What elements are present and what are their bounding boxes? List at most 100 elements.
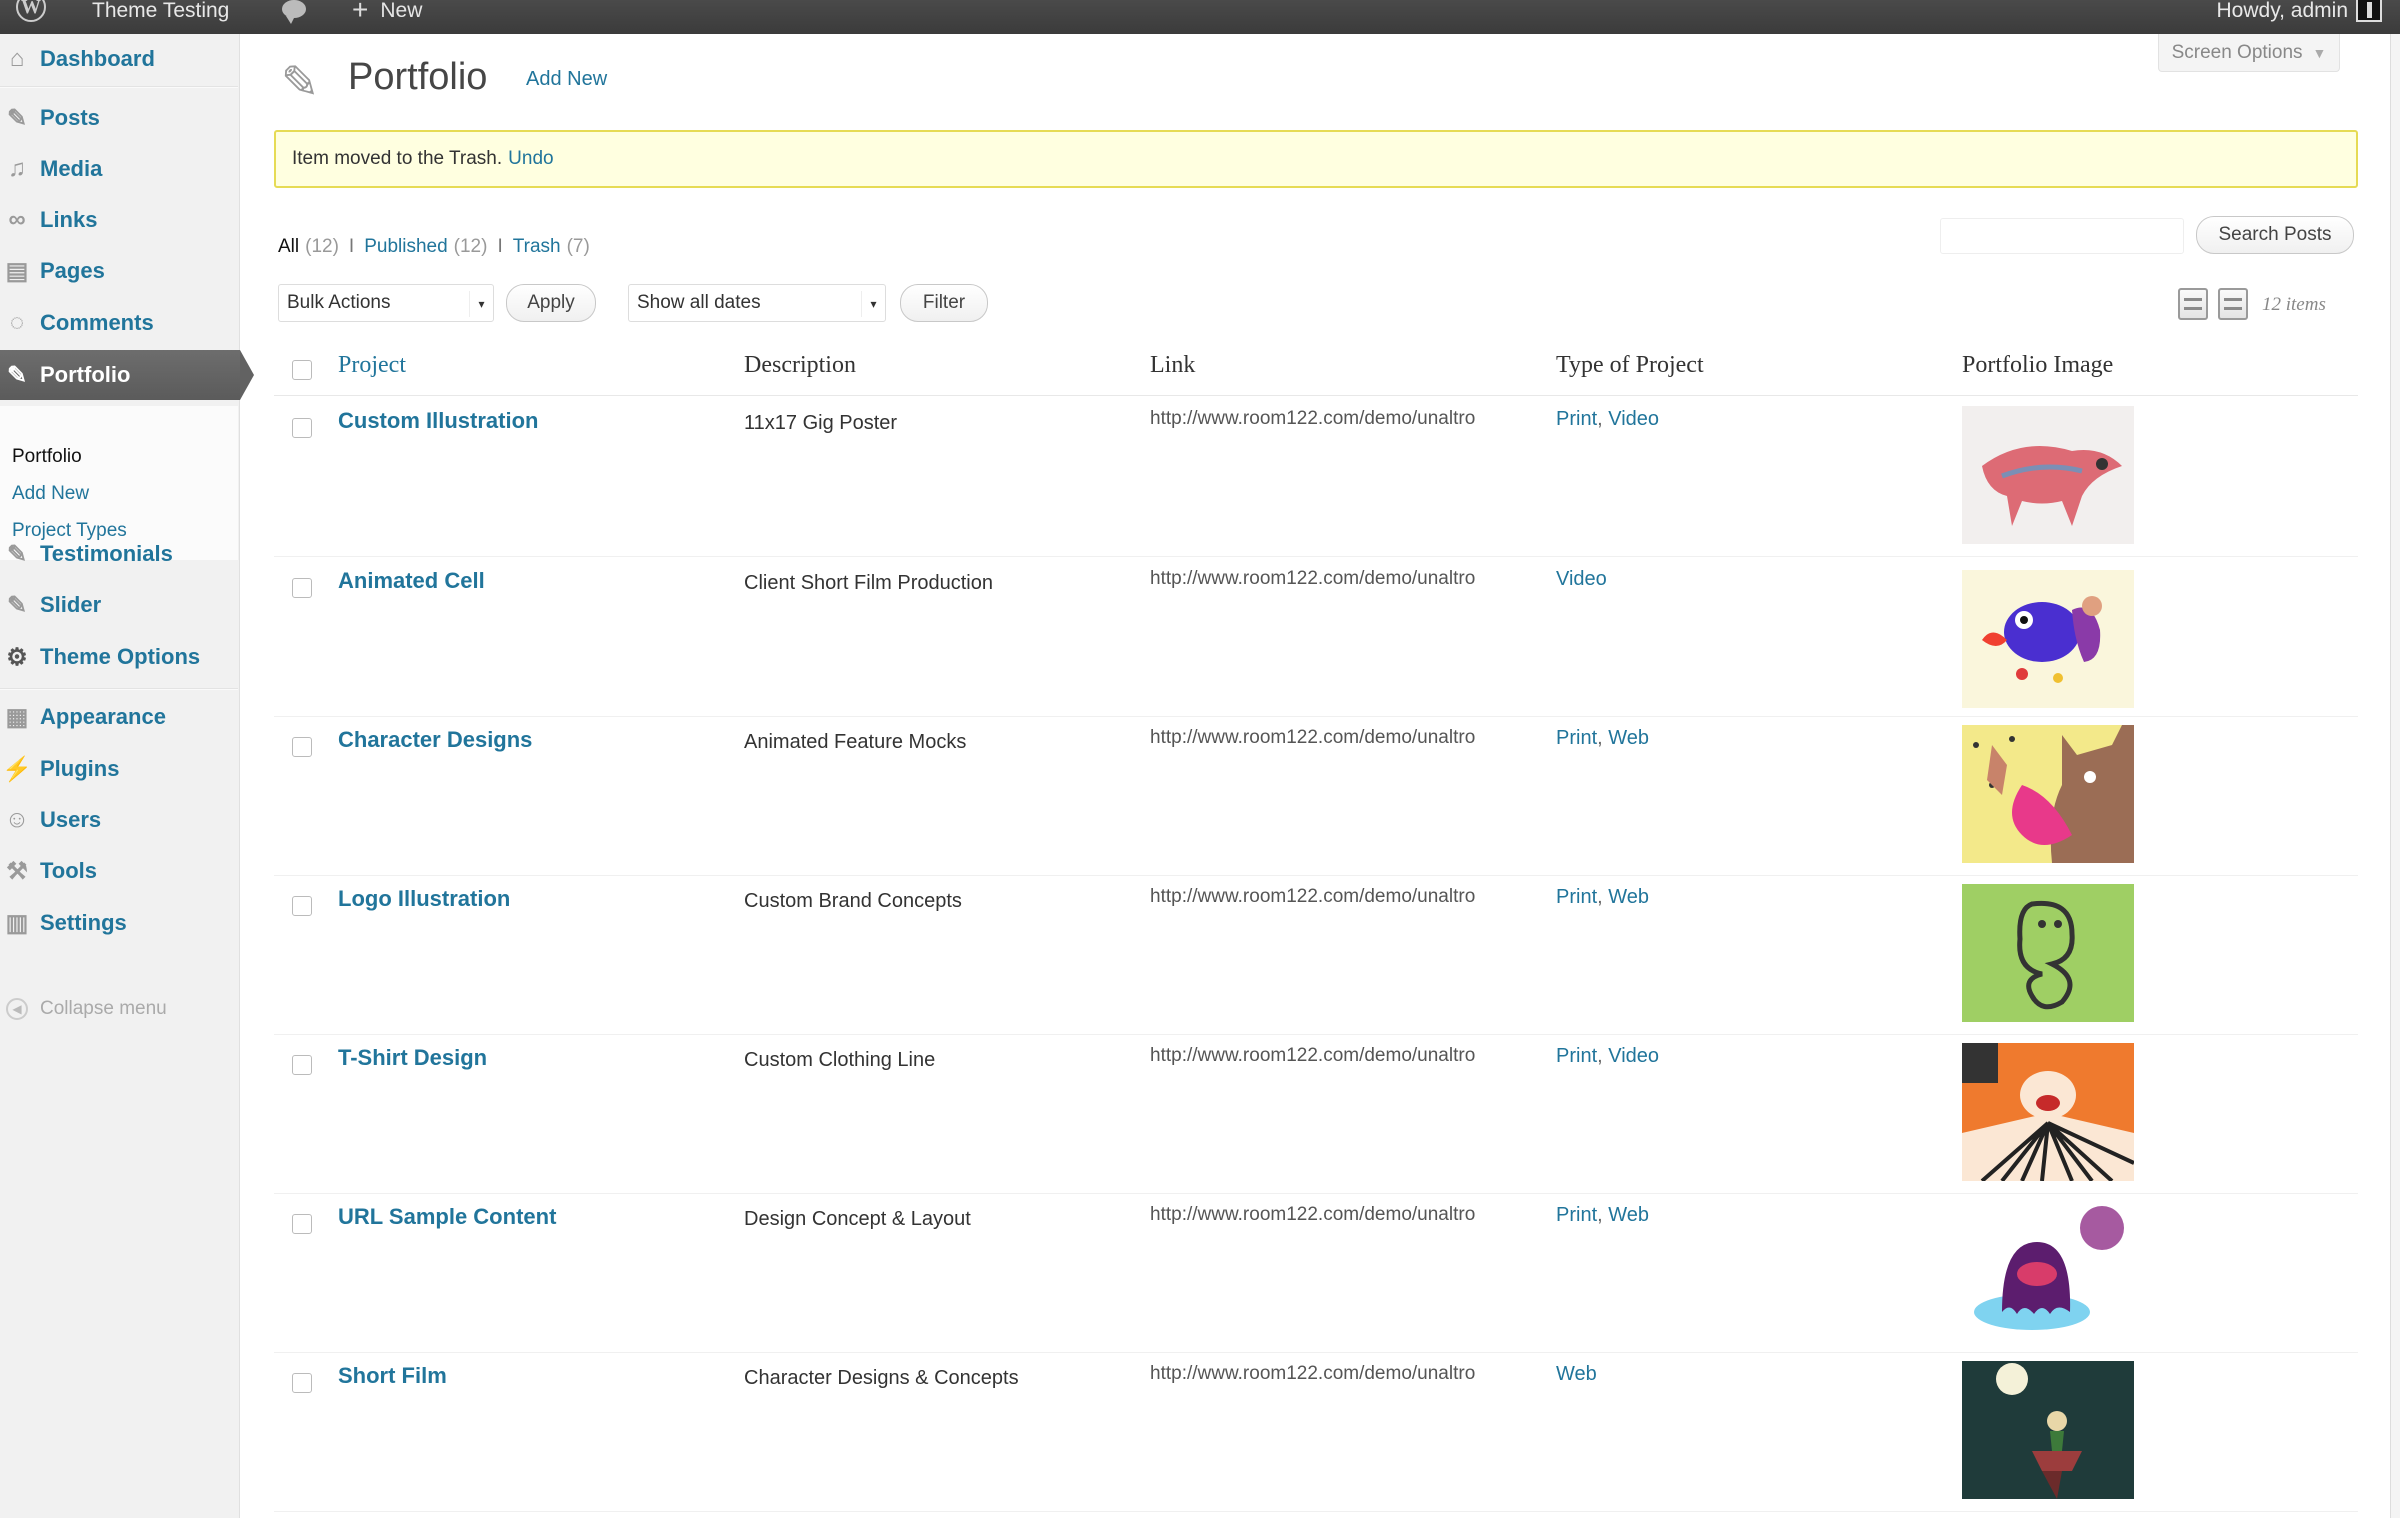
portfolio-thumbnail[interactable] bbox=[1962, 1043, 2134, 1181]
menu-label: Comments bbox=[40, 310, 154, 335]
type-link[interactable]: Print bbox=[1556, 886, 1597, 908]
collapse-menu-label: Collapse menu bbox=[40, 998, 167, 1019]
filter-separator: I bbox=[348, 236, 355, 257]
type-link[interactable]: Video bbox=[1556, 568, 1607, 590]
comments-menu[interactable] bbox=[282, 0, 306, 34]
portfolio-thumbnail[interactable] bbox=[1962, 570, 2134, 708]
project-title-link[interactable]: Character Designs bbox=[338, 727, 532, 753]
project-title-link[interactable]: Animated Cell bbox=[338, 568, 485, 594]
portfolio-thumbnail[interactable] bbox=[1962, 884, 2134, 1022]
filter-published-link[interactable]: Published bbox=[364, 236, 447, 258]
menu-comments[interactable]: ◌ Comments bbox=[0, 298, 238, 348]
row-checkbox[interactable] bbox=[292, 578, 312, 598]
items-count: 12 items bbox=[2262, 294, 2326, 315]
menu-media[interactable]: ♫ Media bbox=[0, 144, 238, 194]
type-link[interactable]: Print bbox=[1556, 408, 1597, 430]
menu-theme-options[interactable]: ⚙ Theme Options bbox=[0, 632, 238, 682]
menu-label: Slider bbox=[40, 592, 102, 617]
type-link[interactable]: Web bbox=[1608, 886, 1649, 908]
project-types: Web bbox=[1556, 1363, 1597, 1386]
submenu-add-new[interactable]: Add New bbox=[12, 483, 89, 505]
add-new-button[interactable]: Add New bbox=[518, 66, 615, 93]
portfolio-thumbnail[interactable] bbox=[1962, 1202, 2134, 1340]
menu-dashboard[interactable]: ⌂ Dashboard bbox=[0, 34, 238, 84]
menu-tools[interactable]: ⚒ Tools bbox=[0, 846, 238, 896]
menu-appearance[interactable]: ▦ Appearance bbox=[0, 692, 238, 742]
portfolio-thumbnail[interactable] bbox=[1962, 725, 2134, 863]
submenu-portfolio[interactable]: Portfolio bbox=[12, 446, 82, 468]
filter-button[interactable]: Filter bbox=[900, 284, 988, 322]
row-checkbox[interactable] bbox=[292, 1214, 312, 1234]
dropdown-arrow-icon: ▾ bbox=[469, 291, 493, 317]
project-link: http://www.room122.com/demo/unaltro bbox=[1150, 408, 1476, 429]
screen-options-label: Screen Options bbox=[2171, 41, 2303, 63]
bulk-actions-select[interactable]: Bulk Actions ▾ bbox=[278, 284, 494, 322]
collapse-arrow-icon: ◀ bbox=[6, 998, 28, 1020]
menu-label: Tools bbox=[40, 858, 98, 883]
row-checkbox[interactable] bbox=[292, 1055, 312, 1075]
new-content-menu[interactable]: + New bbox=[352, 0, 422, 34]
menu-plugins[interactable]: ⚡ Plugins bbox=[0, 744, 238, 794]
type-link[interactable]: Print bbox=[1556, 1204, 1597, 1226]
project-description: Character Designs & Concepts bbox=[744, 1367, 1019, 1389]
search-input[interactable] bbox=[1940, 218, 2184, 254]
type-link[interactable]: Web bbox=[1556, 1363, 1597, 1385]
select-all-checkbox[interactable] bbox=[292, 360, 312, 380]
project-title-link[interactable]: T-Shirt Design bbox=[338, 1045, 487, 1071]
project-title-link[interactable]: Short Film bbox=[338, 1363, 447, 1389]
date-filter-select[interactable]: Show all dates ▾ bbox=[628, 284, 886, 322]
project-link: http://www.room122.com/demo/unaltro bbox=[1150, 886, 1476, 907]
portfolio-thumbnail[interactable] bbox=[1962, 406, 2134, 544]
table-row: URL Sample Content Design Concept & Layo… bbox=[274, 1194, 2358, 1353]
menu-users[interactable]: ☺ Users bbox=[0, 795, 238, 845]
menu-pages[interactable]: ▤ Pages bbox=[0, 246, 238, 296]
portfolio-thumbnail[interactable] bbox=[1962, 1361, 2134, 1499]
row-checkbox[interactable] bbox=[292, 896, 312, 916]
undo-link[interactable]: Undo bbox=[508, 148, 553, 170]
avatar[interactable] bbox=[2356, 0, 2382, 22]
type-link[interactable]: Print bbox=[1556, 727, 1597, 749]
account-menu[interactable]: Howdy, admin bbox=[2217, 0, 2349, 34]
row-checkbox[interactable] bbox=[292, 418, 312, 438]
type-link[interactable]: Web bbox=[1608, 727, 1649, 749]
collapse-menu-button[interactable]: ◀ Collapse menu bbox=[0, 998, 167, 1020]
column-project[interactable]: Project bbox=[338, 352, 406, 379]
pushpin-icon: ✎ bbox=[6, 540, 28, 568]
type-link[interactable]: Video bbox=[1608, 408, 1659, 430]
row-checkbox[interactable] bbox=[292, 1373, 312, 1393]
list-view-icon[interactable] bbox=[2178, 288, 2208, 320]
table-row: Custom Illustration 11x17 Gig Poster htt… bbox=[274, 398, 2358, 557]
menu-settings[interactable]: ▥ Settings bbox=[0, 898, 238, 948]
excerpt-view-icon[interactable] bbox=[2218, 288, 2248, 320]
menu-label: Testimonials bbox=[40, 541, 173, 566]
project-title-link[interactable]: Custom Illustration bbox=[338, 408, 538, 434]
site-name-link[interactable]: Theme Testing bbox=[92, 0, 229, 34]
type-link[interactable]: Video bbox=[1608, 1045, 1659, 1067]
menu-posts[interactable]: ✎ Posts bbox=[0, 93, 238, 143]
type-link[interactable]: Web bbox=[1608, 1204, 1649, 1226]
filter-trash-link[interactable]: Trash bbox=[513, 236, 561, 258]
admin-sidebar: ⌂ Dashboard ✎ Posts ♫ Media ∞ Links ▤ Pa… bbox=[0, 34, 254, 1518]
project-types: Print, Video bbox=[1556, 1045, 1660, 1067]
row-checkbox[interactable] bbox=[292, 737, 312, 757]
right-scrollbar[interactable] bbox=[2390, 34, 2400, 1518]
screen-options-tab[interactable]: Screen Options ▼ bbox=[2158, 34, 2340, 72]
project-title-link[interactable]: Logo Illustration bbox=[338, 886, 510, 912]
media-icon: ♫ bbox=[8, 155, 26, 182]
apply-button[interactable]: Apply bbox=[506, 284, 596, 322]
bulk-actions-value: Bulk Actions bbox=[287, 292, 391, 313]
filter-all-link[interactable]: All bbox=[278, 236, 299, 258]
menu-label: Appearance bbox=[40, 704, 166, 729]
project-title-link[interactable]: URL Sample Content bbox=[338, 1204, 556, 1230]
search-posts-button[interactable]: Search Posts bbox=[2196, 216, 2354, 254]
project-types: Print, Web bbox=[1556, 727, 1650, 749]
project-description: Custom Brand Concepts bbox=[744, 890, 962, 912]
menu-portfolio[interactable]: ✎ Portfolio bbox=[0, 350, 254, 400]
menu-links[interactable]: ∞ Links bbox=[0, 195, 238, 245]
type-link[interactable]: Print bbox=[1556, 1045, 1597, 1067]
pushpin-icon: ✎ bbox=[6, 591, 28, 619]
wordpress-logo-menu[interactable]: W bbox=[0, 0, 62, 34]
menu-testimonials[interactable]: ✎ Testimonials bbox=[0, 529, 238, 579]
menu-slider[interactable]: ✎ Slider bbox=[0, 580, 238, 630]
filter-published-count: (12) bbox=[453, 236, 488, 257]
